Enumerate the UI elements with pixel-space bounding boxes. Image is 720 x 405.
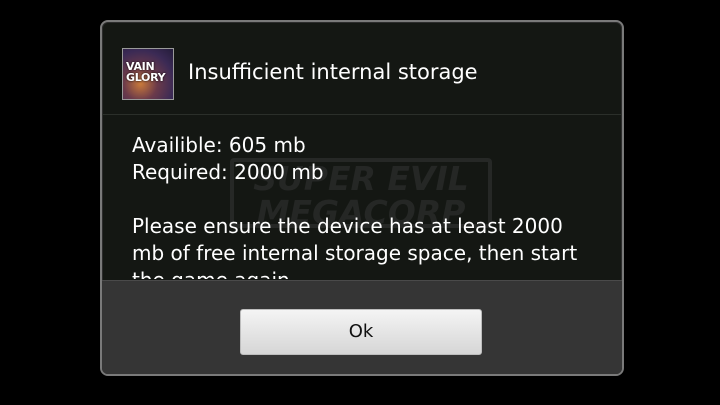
dialog-button-bar: Ok bbox=[102, 280, 622, 374]
message-body-line-1: Please ensure the device has at least 20… bbox=[132, 214, 563, 238]
storage-alert-dialog: VAIN GLORY Insufficient internal storage… bbox=[100, 20, 624, 376]
message-body-line-2: mb of free internal storage space, then … bbox=[132, 241, 578, 265]
dialog-message: Availible: 605 mb Required: 2000 mb Plea… bbox=[132, 132, 602, 279]
screen: VAIN GLORY Insufficient internal storage… bbox=[0, 0, 720, 405]
logo-line-2: GLORY bbox=[126, 71, 166, 84]
dialog-title-bar: VAIN GLORY Insufficient internal storage bbox=[102, 22, 622, 115]
app-icon-logo: VAIN GLORY bbox=[126, 61, 172, 83]
required-storage-text: Required: 2000 mb bbox=[132, 160, 324, 184]
available-storage-text: Availible: 605 mb bbox=[132, 133, 306, 157]
message-spacer bbox=[132, 186, 602, 213]
message-body-line-3: the game again. bbox=[132, 267, 602, 279]
dialog-title: Insufficient internal storage bbox=[188, 60, 478, 84]
dialog-content: SUPER EVIL MEGACORP Availible: 605 mb Re… bbox=[102, 115, 622, 279]
ok-button[interactable]: Ok bbox=[240, 309, 482, 355]
vainglory-app-icon: VAIN GLORY bbox=[122, 48, 174, 100]
